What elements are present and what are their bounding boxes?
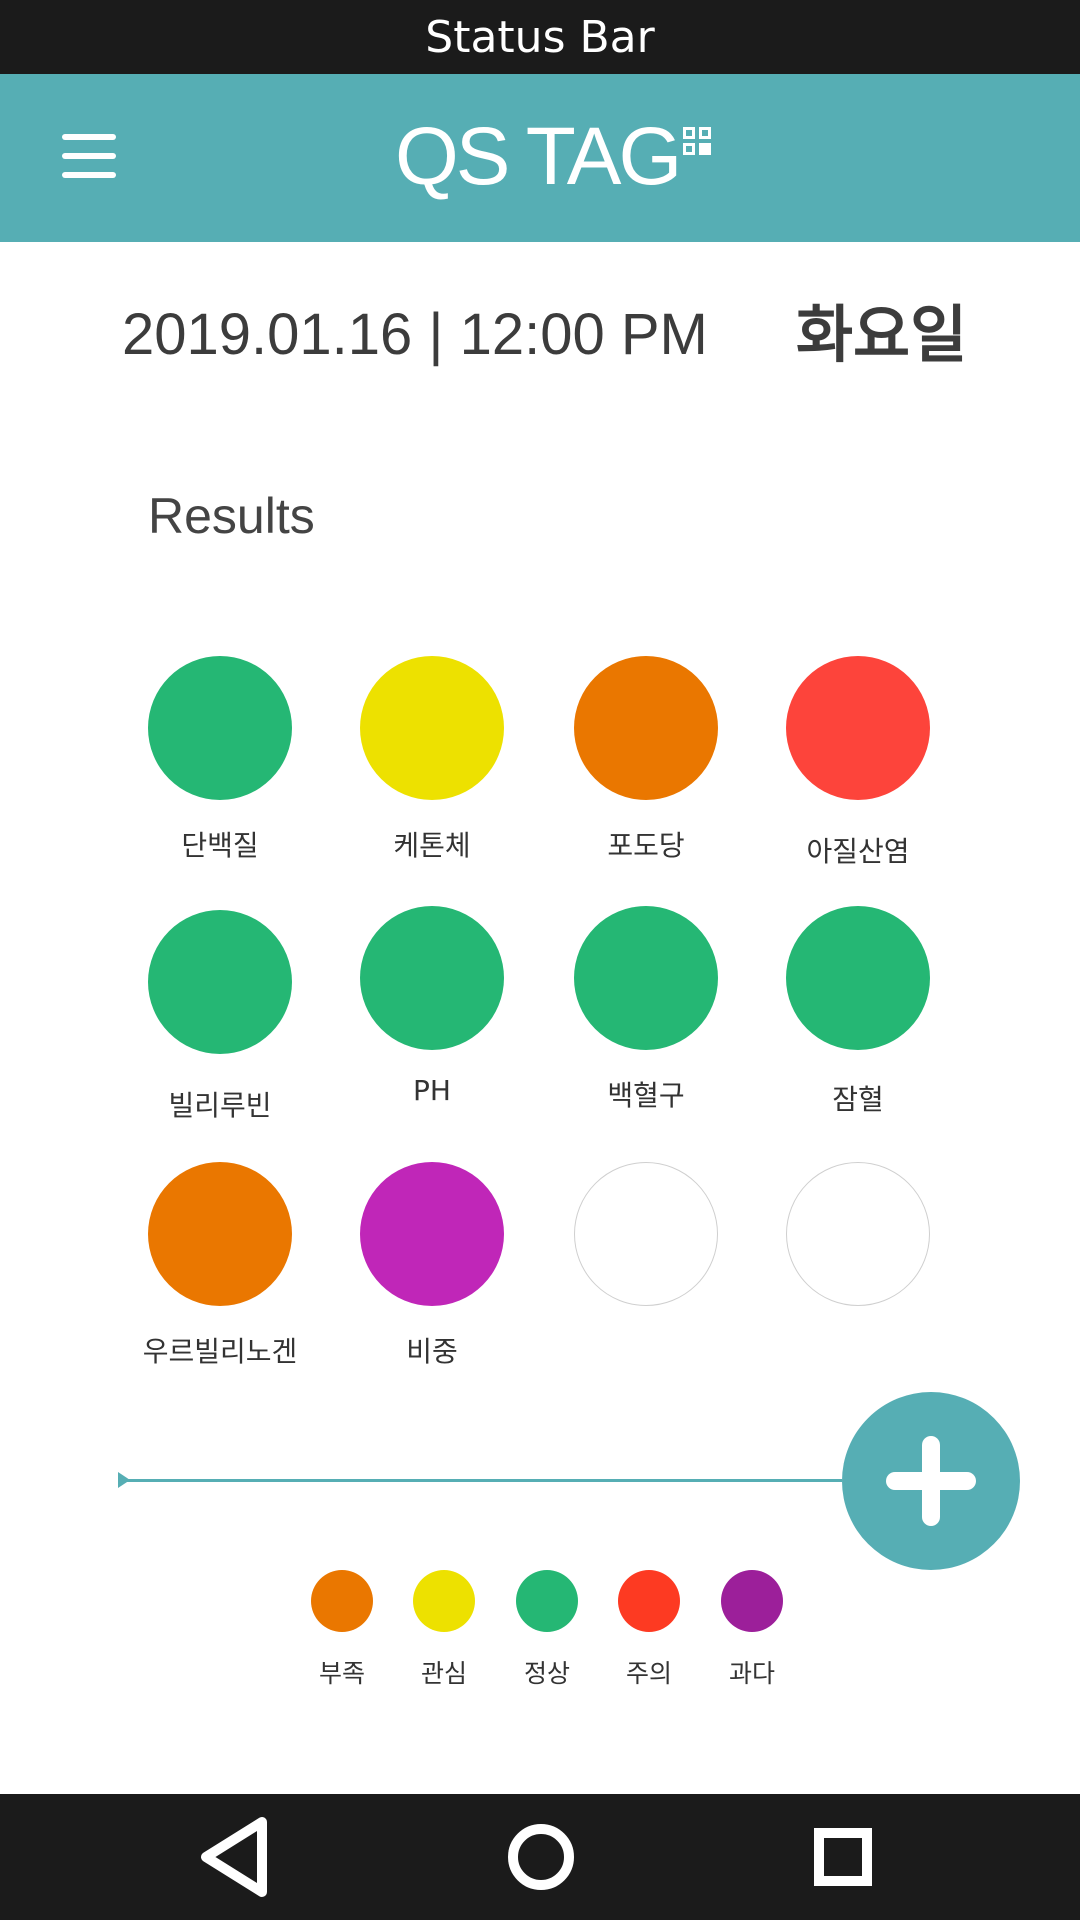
result-item[interactable]: 포도당 xyxy=(540,656,752,896)
legend-item: 부족 xyxy=(291,1570,393,1690)
legend-item: 정상 xyxy=(496,1570,598,1690)
plus-icon-stroke xyxy=(922,1436,940,1526)
result-item-empty xyxy=(540,1162,752,1402)
result-indicator xyxy=(786,906,930,1050)
navigation-bar xyxy=(0,1794,1080,1920)
result-indicator xyxy=(148,656,292,800)
section-title: Results xyxy=(148,488,315,544)
result-item[interactable]: 케톤체 xyxy=(326,656,538,896)
result-datetime: 2019.01.16 | 12:00 PM xyxy=(122,302,708,367)
result-item[interactable]: 아질산염 xyxy=(752,656,964,896)
result-indicator xyxy=(786,1162,930,1306)
result-indicator xyxy=(148,910,292,1054)
legend-swatch xyxy=(618,1570,680,1632)
timeline-track[interactable] xyxy=(122,1479,842,1482)
result-indicator xyxy=(574,1162,718,1306)
status-bar-label: Status Bar xyxy=(425,12,655,63)
legend-swatch xyxy=(516,1570,578,1632)
result-indicator xyxy=(786,656,930,800)
legend-swatch xyxy=(721,1570,783,1632)
result-indicator xyxy=(574,906,718,1050)
qr-mark-icon xyxy=(683,127,713,157)
result-item[interactable]: 비중 xyxy=(326,1162,538,1402)
result-item[interactable]: 백혈구 xyxy=(540,906,752,1146)
result-weekday: 화요일 xyxy=(796,298,968,371)
result-indicator xyxy=(574,656,718,800)
result-item[interactable]: 빌리루빈 xyxy=(114,910,326,1150)
result-indicator xyxy=(360,906,504,1050)
add-button[interactable] xyxy=(842,1392,1020,1570)
legend-label: 부족 xyxy=(318,1659,365,1688)
result-item[interactable]: 우르빌리노겐 xyxy=(114,1162,326,1402)
result-item-empty xyxy=(752,1162,964,1402)
legend-item: 주의 xyxy=(598,1570,700,1690)
legend-label: 정상 xyxy=(523,1659,570,1688)
recents-icon[interactable] xyxy=(798,1812,888,1902)
legend-item: 관심 xyxy=(393,1570,495,1690)
result-indicator xyxy=(360,656,504,800)
result-label: 잠혈 xyxy=(832,1083,884,1116)
result-item[interactable]: PH xyxy=(326,906,538,1146)
result-label: 비중 xyxy=(406,1335,458,1368)
legend-swatch xyxy=(311,1570,373,1632)
legend-label: 주의 xyxy=(625,1659,672,1688)
app-bar: QS TAG xyxy=(0,74,1080,242)
status-bar: Status Bar xyxy=(0,0,1080,74)
result-item[interactable]: 잠혈 xyxy=(752,906,964,1146)
back-icon[interactable] xyxy=(192,1812,282,1902)
result-indicator xyxy=(148,1162,292,1306)
legend-item: 과다 xyxy=(701,1570,803,1690)
legend-label: 관심 xyxy=(420,1659,467,1688)
hamburger-menu-icon[interactable] xyxy=(62,134,118,178)
brand-logo: QS TAG xyxy=(395,112,713,202)
brand-text: QS TAG xyxy=(395,111,682,202)
legend-swatch xyxy=(413,1570,475,1632)
result-item[interactable]: 단백질 xyxy=(114,656,326,896)
result-indicator xyxy=(360,1162,504,1306)
home-icon[interactable] xyxy=(496,1812,586,1902)
legend-label: 과다 xyxy=(728,1659,775,1688)
result-label: 아질산염 xyxy=(806,835,910,868)
